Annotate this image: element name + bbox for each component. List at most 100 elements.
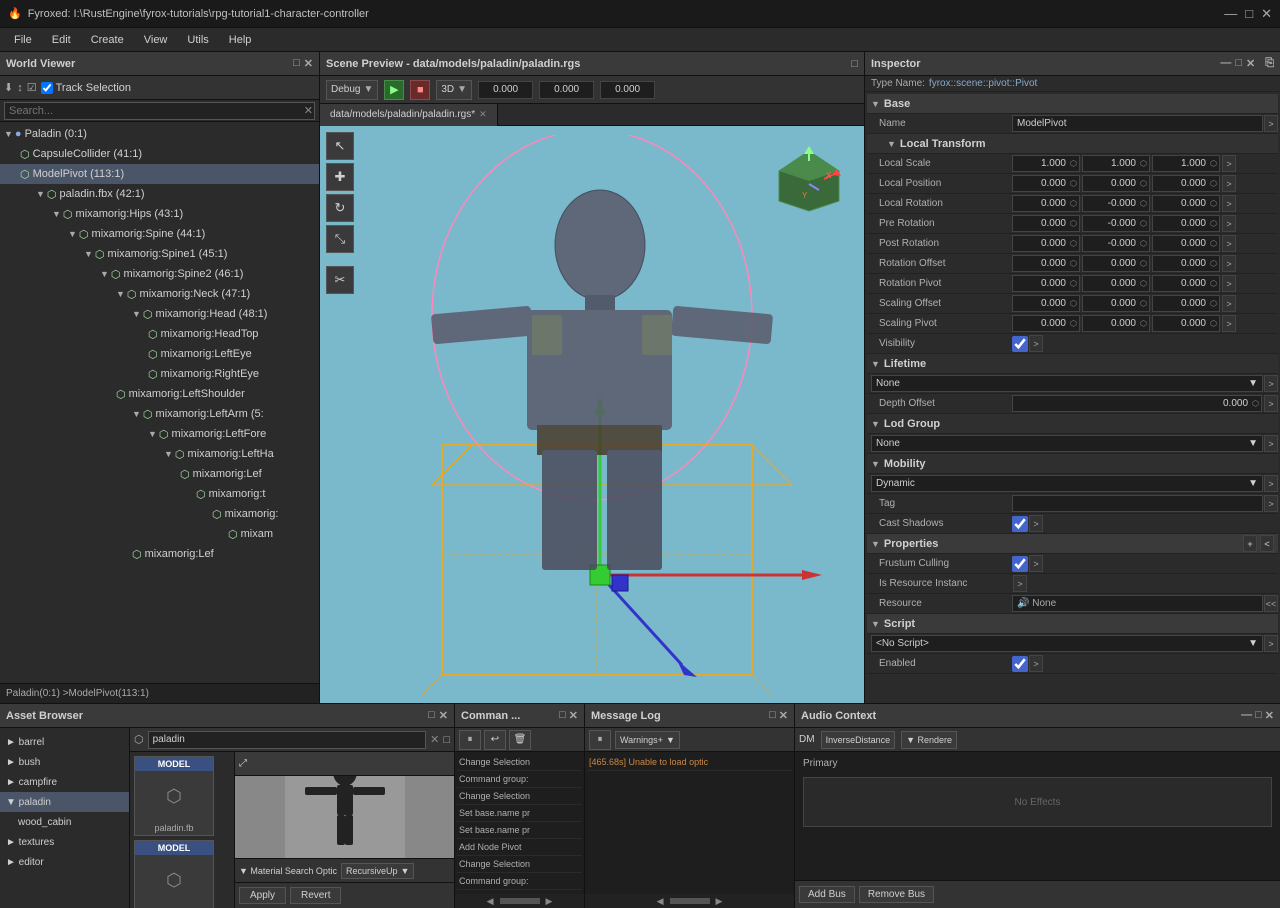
local-rot-y-spin[interactable]: ⬡: [1138, 199, 1149, 208]
ab-tree-item-campfire[interactable]: ► campfire: [0, 772, 129, 792]
local-scale-y-input[interactable]: [1083, 158, 1138, 169]
rot-piv-x-input[interactable]: [1013, 278, 1068, 289]
world-viewer-close[interactable]: ✕: [304, 57, 313, 70]
ab-tree-item-textures[interactable]: ► textures: [0, 832, 129, 852]
post-rot-z-spin[interactable]: ⬡: [1208, 239, 1219, 248]
menu-edit[interactable]: Edit: [42, 32, 81, 48]
ab-tree-item-bush[interactable]: ► bush: [0, 752, 129, 772]
rot-off-y-input[interactable]: [1083, 258, 1138, 269]
tree-item-spine1[interactable]: ▼ ⬡ mixamorig:Spine1 (45:1): [0, 244, 319, 264]
post-rot-y-field[interactable]: ⬡: [1082, 235, 1150, 252]
local-pos-y-field[interactable]: ⬡: [1082, 175, 1150, 192]
ab-undock-btn[interactable]: □: [443, 734, 450, 746]
section-local-transform[interactable]: ▼ Local Transform: [867, 134, 1278, 154]
audio-renderer-dropdown[interactable]: InverseDistance: [821, 731, 896, 749]
pre-rot-y-spin[interactable]: ⬡: [1138, 219, 1149, 228]
scene-preview-undock[interactable]: □: [851, 58, 858, 70]
tree-item-paladin[interactable]: ▼ ● Paladin (0:1): [0, 124, 319, 144]
local-pos-x-input[interactable]: [1013, 178, 1068, 189]
prop-name-extra[interactable]: >: [1264, 115, 1278, 132]
scl-piv-extra[interactable]: >: [1222, 315, 1236, 332]
depth-offset-spin[interactable]: ⬡: [1250, 399, 1261, 408]
world-viewer-search-clear[interactable]: ✕: [304, 104, 313, 117]
local-pos-z-spin[interactable]: ⬡: [1208, 179, 1219, 188]
lifetime-extra[interactable]: >: [1264, 375, 1278, 392]
inspector-dock[interactable]: □: [1235, 57, 1242, 70]
local-scale-z-spin[interactable]: ⬡: [1208, 159, 1219, 168]
rot-piv-z-input[interactable]: [1153, 278, 1208, 289]
rot-off-extra[interactable]: >: [1222, 255, 1236, 272]
scl-off-z-input[interactable]: [1153, 298, 1208, 309]
scl-off-y-spin[interactable]: ⬡: [1138, 299, 1149, 308]
rot-piv-z-spin[interactable]: ⬡: [1208, 279, 1219, 288]
menu-help[interactable]: Help: [219, 32, 262, 48]
cast-shadows-extra[interactable]: >: [1029, 515, 1043, 532]
local-pos-x-spin[interactable]: ⬡: [1068, 179, 1079, 188]
local-scale-y-field[interactable]: ⬡: [1082, 155, 1150, 172]
scl-off-y-input[interactable]: [1083, 298, 1138, 309]
msg-scroll-left[interactable]: ◀: [657, 896, 664, 907]
pre-rot-z-spin[interactable]: ⬡: [1208, 219, 1219, 228]
tree-item-head[interactable]: ▼ ⬡ mixamorig:Head (48:1): [0, 304, 319, 324]
cmd-scroll-right[interactable]: ▶: [546, 896, 553, 907]
tree-toggle-hips[interactable]: ▼: [52, 209, 61, 219]
local-scale-x-spin[interactable]: ⬡: [1068, 159, 1079, 168]
scl-piv-y-input[interactable]: [1083, 318, 1138, 329]
local-pos-z-input[interactable]: [1153, 178, 1208, 189]
local-pos-extra[interactable]: >: [1222, 175, 1236, 192]
debug-mode-dropdown[interactable]: Debug ▼: [326, 80, 378, 100]
scl-off-z-field[interactable]: ⬡: [1152, 295, 1220, 312]
msg-filter-dropdown[interactable]: Warnings+ ▼: [615, 731, 680, 749]
menu-utils[interactable]: Utils: [177, 32, 218, 48]
scl-off-extra[interactable]: >: [1222, 295, 1236, 312]
mat-search-dropdown[interactable]: RecursiveUp ▼: [341, 863, 414, 879]
track-selection-checkbox[interactable]: [41, 82, 53, 94]
local-pos-y-spin[interactable]: ⬡: [1138, 179, 1149, 188]
local-rot-extra[interactable]: >: [1222, 195, 1236, 212]
local-scale-z-field[interactable]: ⬡: [1152, 155, 1220, 172]
tree-item-lef[interactable]: ⬡ mixamorig:Lef: [0, 464, 319, 484]
post-rot-y-spin[interactable]: ⬡: [1138, 239, 1149, 248]
post-rot-x-input[interactable]: [1013, 238, 1068, 249]
local-scale-y-spin[interactable]: ⬡: [1138, 159, 1149, 168]
scl-piv-x-field[interactable]: ⬡: [1012, 315, 1080, 332]
rot-off-z-spin[interactable]: ⬡: [1208, 259, 1219, 268]
pre-rot-x-input[interactable]: [1013, 218, 1068, 229]
rot-piv-y-field[interactable]: ⬡: [1082, 275, 1150, 292]
msg-undock[interactable]: □: [769, 709, 776, 722]
tree-item-leftarm[interactable]: ▼ ⬡ mixamorig:LeftArm (5:: [0, 404, 319, 424]
mobility-extra[interactable]: >: [1264, 475, 1278, 492]
pre-rot-y-field[interactable]: ⬡: [1082, 215, 1150, 232]
tree-item-mixam4[interactable]: ⬡ mixam: [0, 524, 319, 544]
local-rot-z-spin[interactable]: ⬡: [1208, 199, 1219, 208]
section-script[interactable]: ▼ Script: [867, 614, 1278, 634]
frustum-culling-extra[interactable]: >: [1029, 555, 1043, 572]
msg-pause-btn[interactable]: ⏸: [589, 730, 611, 750]
post-rot-x-spin[interactable]: ⬡: [1068, 239, 1079, 248]
stop-button[interactable]: ■: [410, 80, 430, 100]
world-viewer-search-input[interactable]: [4, 102, 315, 120]
tree-toggle-leftfore[interactable]: ▼: [148, 429, 157, 439]
rot-off-x-spin[interactable]: ⬡: [1068, 259, 1079, 268]
scene-tab-close[interactable]: ✕: [479, 109, 487, 120]
tree-item-capsule[interactable]: ⬡ CapsuleCollider (41:1): [0, 144, 319, 164]
coord-y-input[interactable]: [539, 81, 594, 99]
apply-button[interactable]: Apply: [239, 887, 286, 904]
audio-close[interactable]: ✕: [1265, 709, 1274, 722]
scl-off-y-field[interactable]: ⬡: [1082, 295, 1150, 312]
scene-tab[interactable]: data/models/paladin/paladin.rgs* ✕: [320, 104, 498, 126]
rot-piv-x-field[interactable]: ⬡: [1012, 275, 1080, 292]
is-resource-instance-extra[interactable]: >: [1013, 575, 1027, 592]
post-rot-extra[interactable]: >: [1222, 235, 1236, 252]
tree-item-leftha[interactable]: ▼ ⬡ mixamorig:LeftHa: [0, 444, 319, 464]
properties-remove-btn[interactable]: <: [1260, 535, 1274, 552]
remove-bus-button[interactable]: Remove Bus: [859, 886, 934, 903]
wv-btn3[interactable]: ☑: [27, 81, 37, 94]
scl-piv-z-field[interactable]: ⬡: [1152, 315, 1220, 332]
scl-piv-y-field[interactable]: ⬡: [1082, 315, 1150, 332]
script-enabled-extra[interactable]: >: [1029, 655, 1043, 672]
resource-extra-lt[interactable]: <<: [1264, 595, 1278, 612]
wv-btn2[interactable]: ↕: [17, 82, 23, 94]
scl-piv-z-input[interactable]: [1153, 318, 1208, 329]
pre-rot-x-field[interactable]: ⬡: [1012, 215, 1080, 232]
